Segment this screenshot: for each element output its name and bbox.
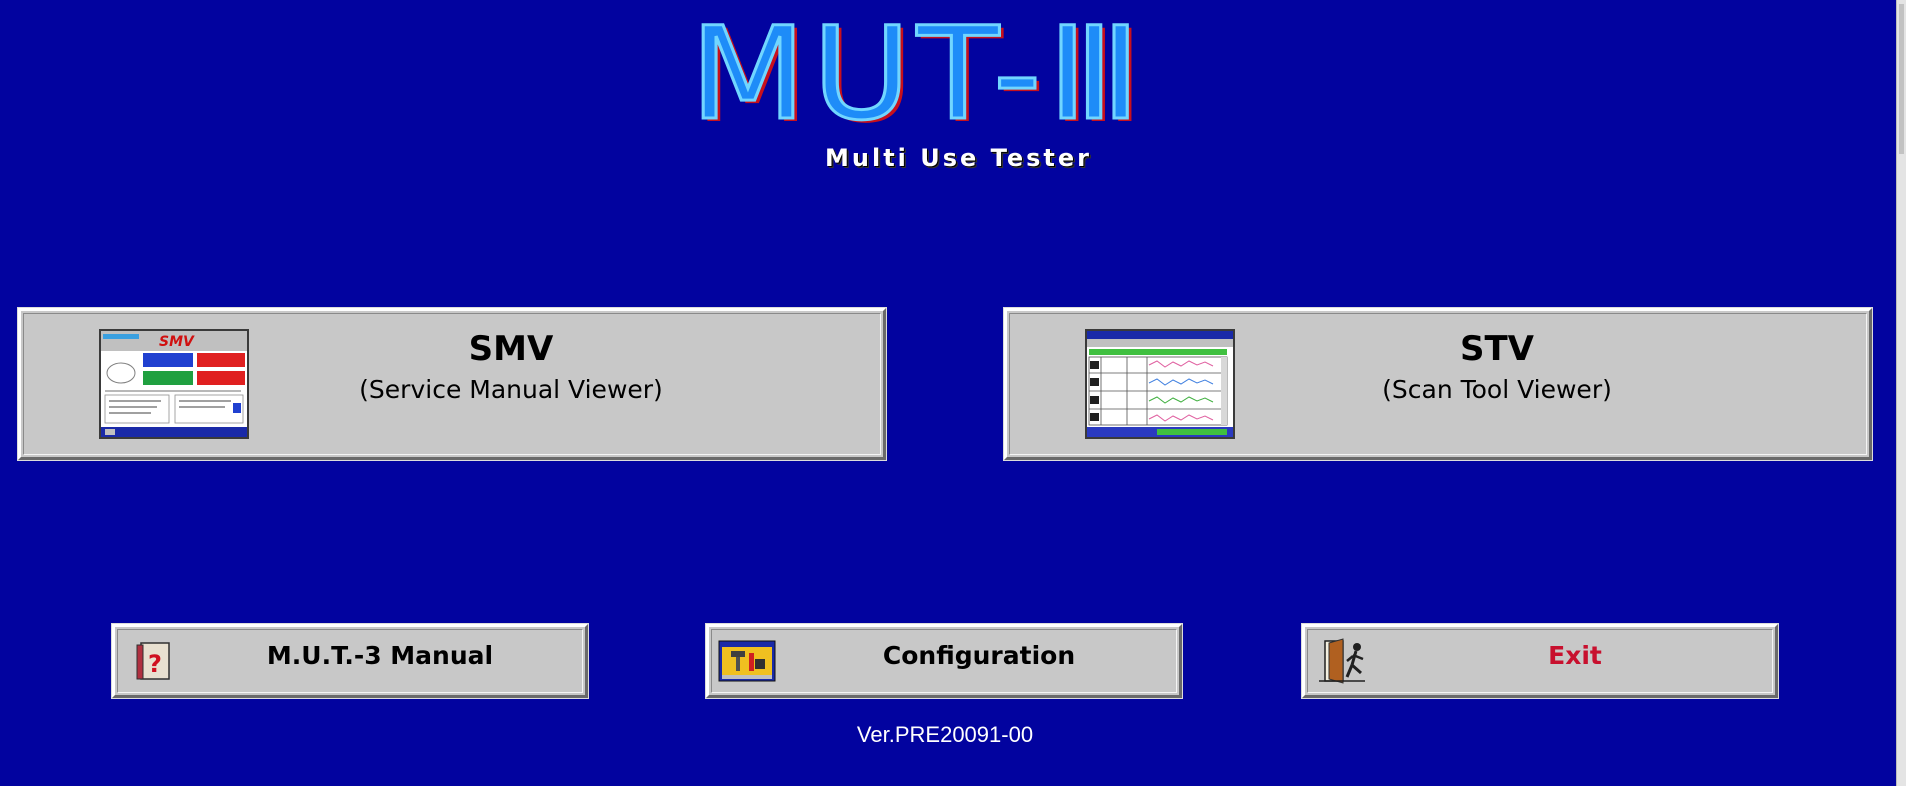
manual-label: M.U.T.-3 Manual xyxy=(266,641,494,670)
stv-button[interactable]: STV (Scan Tool Viewer) xyxy=(1003,307,1873,461)
scrollbar-thumb[interactable] xyxy=(1899,4,1904,154)
configuration-button[interactable]: Configuration xyxy=(705,623,1183,699)
smv-title: SMV xyxy=(468,329,554,369)
svg-text:?: ? xyxy=(148,650,162,678)
smv-button[interactable]: SMV SMV (Service Manual Viewer) xyxy=(17,307,887,461)
exit-label: Exit xyxy=(1548,641,1602,670)
tools-folder-icon xyxy=(717,639,777,683)
logo-subtitle: Multi Use Tester xyxy=(825,144,1092,172)
version-text: Ver.PRE20091-00 xyxy=(856,722,1034,747)
exit-button[interactable]: Exit xyxy=(1301,623,1779,699)
mut3-manual-button[interactable]: ? M.U.T.-3 Manual xyxy=(111,623,589,699)
mut3-logo: MUT-Ⅲ Multi Use Tester xyxy=(688,8,1210,172)
exit-door-icon xyxy=(1317,637,1367,685)
smv-subtitle: (Service Manual Viewer) xyxy=(359,375,663,404)
stv-title: STV xyxy=(1460,329,1534,369)
main-screen: MUT-Ⅲ Multi Use Tester SMV SMV (Service … xyxy=(0,0,1896,786)
configuration-label: Configuration xyxy=(882,641,1076,670)
vertical-scrollbar[interactable] xyxy=(1896,0,1906,786)
logo-title: MUT-Ⅲ xyxy=(688,0,1147,149)
help-book-icon: ? xyxy=(135,641,173,681)
stv-subtitle: (Scan Tool Viewer) xyxy=(1382,375,1612,404)
